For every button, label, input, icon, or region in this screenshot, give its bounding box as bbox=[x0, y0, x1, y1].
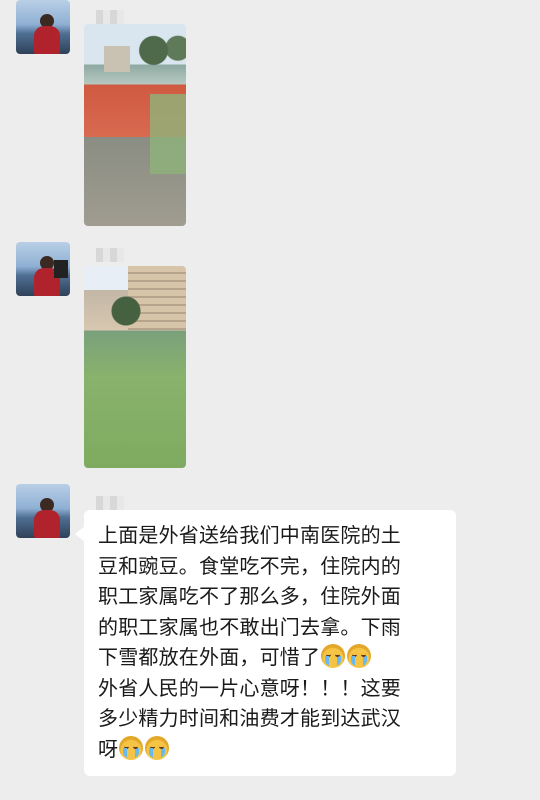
sender-name-blurred bbox=[96, 248, 124, 262]
message-line: 多少精力时间和油费才能到达武汉 bbox=[98, 706, 401, 730]
avatar-censor-block bbox=[54, 260, 68, 278]
message-line: 上面是外省送给我们中南医院的土 bbox=[98, 523, 401, 547]
sender-name-blurred bbox=[96, 496, 124, 510]
crying-face-icon bbox=[321, 644, 346, 668]
crying-face-icon bbox=[119, 735, 144, 760]
message-line-with-emoji: 呀 bbox=[98, 734, 442, 765]
message-line: 外省人民的一片心意呀！！！这要 bbox=[98, 675, 401, 700]
sender-name-blurred bbox=[96, 10, 124, 24]
avatar-figure bbox=[34, 510, 60, 538]
grass-field-photo[interactable] bbox=[84, 266, 186, 468]
message-line-with-emoji: 下雪都放在外面，可惜了 bbox=[98, 642, 442, 673]
potatoes-photo[interactable] bbox=[84, 24, 186, 226]
message-line: 豆和豌豆。食堂吃不完，住院内的 bbox=[98, 553, 401, 578]
sender-avatar[interactable] bbox=[16, 484, 70, 538]
photo-grass bbox=[150, 94, 186, 174]
photo-building bbox=[104, 46, 130, 72]
crying-face-icon bbox=[145, 735, 170, 760]
crying-face-icon bbox=[347, 644, 372, 668]
message-line: 职工家属吃不了那么多，住院外面 bbox=[98, 584, 401, 608]
text-message-bubble[interactable]: 上面是外省送给我们中南医院的土 豆和豌豆。食堂吃不完，住院内的 职工家属吃不了那… bbox=[75, 510, 456, 776]
sender-avatar[interactable] bbox=[16, 242, 70, 296]
message-line: 的职工家属也不敢出门去拿。下雨 bbox=[98, 614, 401, 639]
avatar-figure bbox=[34, 26, 60, 54]
photo-tree bbox=[106, 296, 146, 326]
message-line-text: 呀 bbox=[98, 736, 119, 761]
photo-trees bbox=[132, 24, 186, 68]
sender-avatar[interactable] bbox=[16, 0, 70, 54]
message-line-text: 下雪都放在外面，可惜了 bbox=[98, 645, 321, 669]
